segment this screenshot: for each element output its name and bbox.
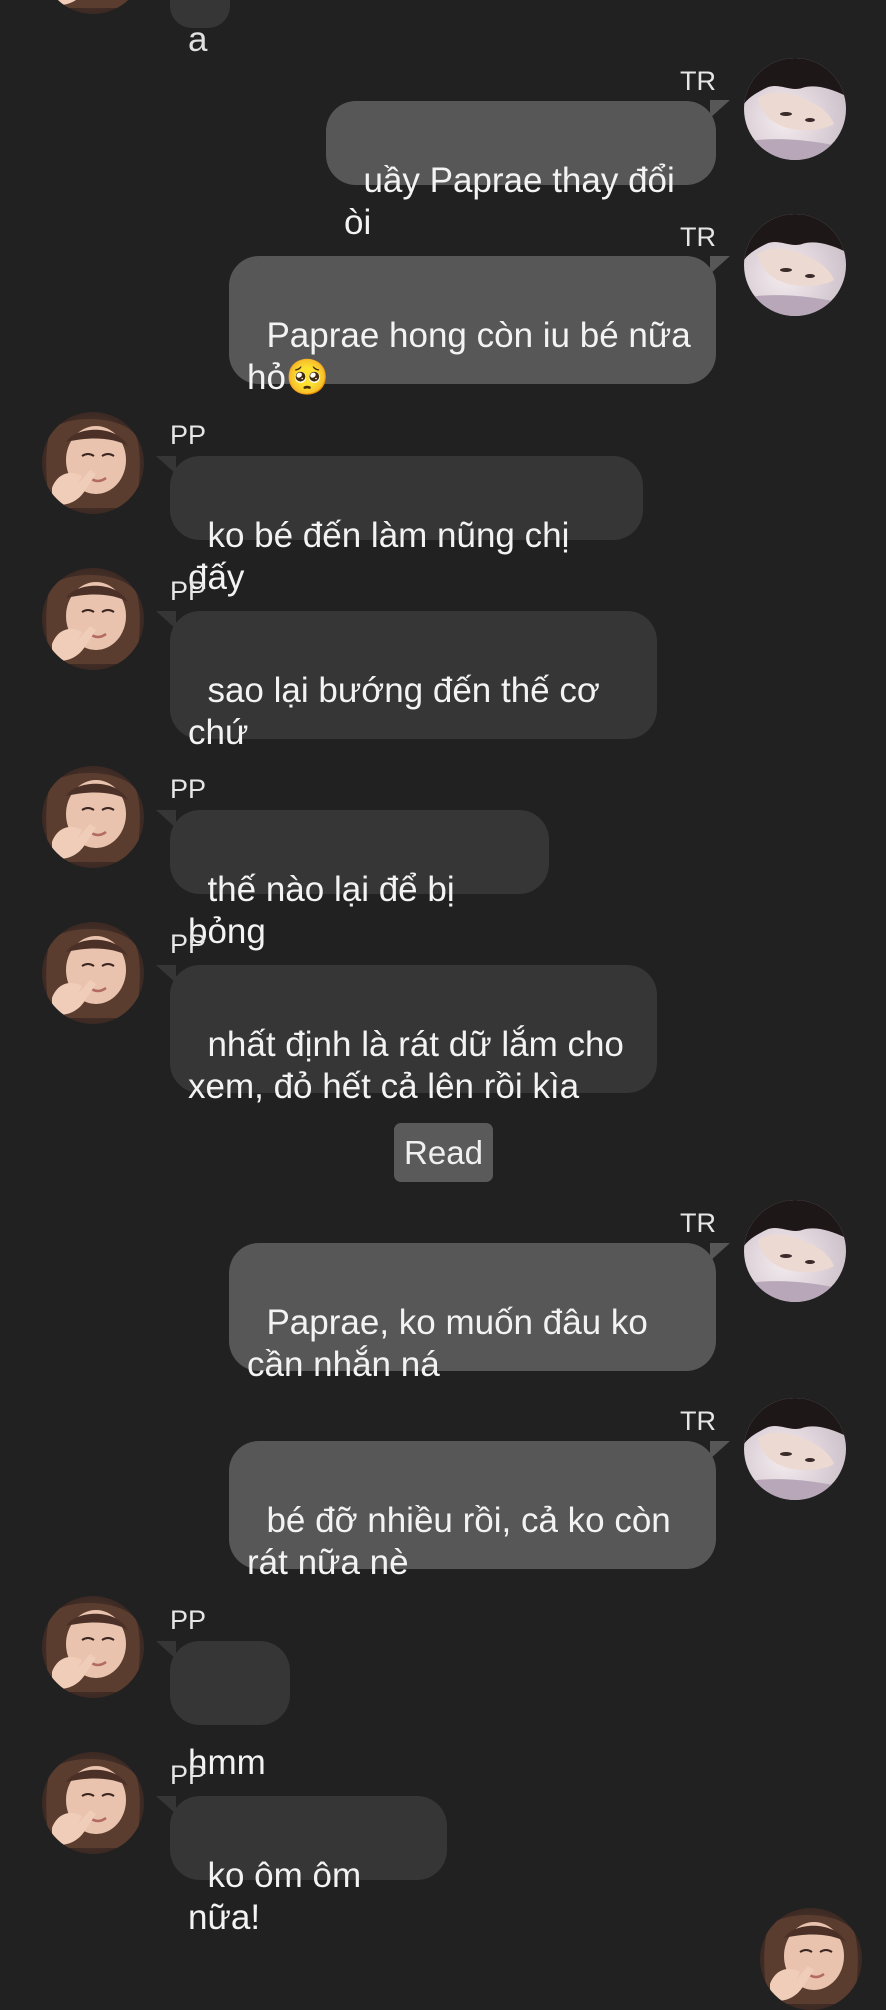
message-bubble-outgoing[interactable]: Paprae hong còn iu bé nữa hỏ🥺 [229, 256, 716, 397]
message-text: nhất định là rát dữ lắm cho xem, đỏ hết … [188, 1025, 624, 1106]
sender-name-tr: TR [680, 66, 716, 96]
avatar-pp[interactable] [42, 1596, 144, 1698]
message-text: sao lại bướng đến thế cơ chứ [188, 671, 600, 752]
sender-name-tr: TR [680, 222, 716, 252]
sender-name-tr: TR [680, 1208, 716, 1238]
avatar-pp[interactable] [42, 568, 144, 670]
avatar-pp[interactable] [42, 766, 144, 868]
message-bubble-incoming[interactable]: thế nào lại để bị bỏng [170, 810, 549, 951]
message-text: thế nào lại để bị bỏng [188, 870, 465, 951]
sender-name-pp: PP [170, 420, 207, 450]
avatar-partial-bottom[interactable] [760, 1908, 862, 2010]
message-bubble-incoming[interactable]: ko ôm ôm nữa! [170, 1796, 447, 1937]
message-text: Paprae, ko muốn đâu ko cần nhắn ná [247, 1303, 648, 1384]
avatar-tr[interactable] [744, 58, 846, 160]
sender-name-tr: TR [680, 1406, 716, 1436]
message-bubble-partial[interactable]: a [170, 0, 230, 57]
message-bubble-outgoing[interactable]: Paprae, ko muốn đâu ko cần nhắn ná [229, 1243, 716, 1384]
message-bubble-incoming[interactable]: ko bé đến làm nũng chị đấy [170, 456, 643, 597]
sender-name-pp: PP [170, 576, 207, 606]
message-text: ko ôm ôm nữa! [188, 1856, 371, 1937]
message-bubble-incoming[interactable]: sao lại bướng đến thế cơ chứ [170, 611, 657, 752]
message-bubble-outgoing[interactable]: uầy Paprae thay đổi òi [326, 101, 716, 242]
sender-name-pp: PP [170, 929, 207, 959]
avatar-pp[interactable] [42, 922, 144, 1024]
avatar-tr[interactable] [744, 214, 846, 316]
message-text: ko bé đến làm nũng chị đấy [188, 516, 580, 597]
message-bubble-outgoing[interactable]: bé đỡ nhiều rồi, cả ko còn rát nữa nè [229, 1441, 716, 1582]
avatar-pp[interactable] [42, 412, 144, 514]
message-bubble-incoming[interactable]: hmm [170, 1641, 290, 1782]
read-receipt: Read [394, 1123, 493, 1182]
message-bubble-incoming[interactable]: nhất định là rát dữ lắm cho xem, đỏ hết … [170, 965, 657, 1106]
avatar-tr[interactable] [744, 1200, 846, 1302]
avatar-pp[interactable] [42, 1752, 144, 1854]
message-text: bé đỡ nhiều rồi, cả ko còn rát nữa nè [247, 1501, 671, 1582]
avatar-pp-partial[interactable] [42, 0, 144, 14]
avatar-tr[interactable] [744, 1398, 846, 1500]
message-text: Paprae hong còn iu bé nữa hỏ🥺 [247, 316, 691, 397]
sender-name-pp: PP [170, 774, 207, 804]
message-text: a [188, 20, 208, 59]
sender-name-pp: PP [170, 1605, 207, 1635]
sender-name-pp: PP [170, 1760, 207, 1790]
